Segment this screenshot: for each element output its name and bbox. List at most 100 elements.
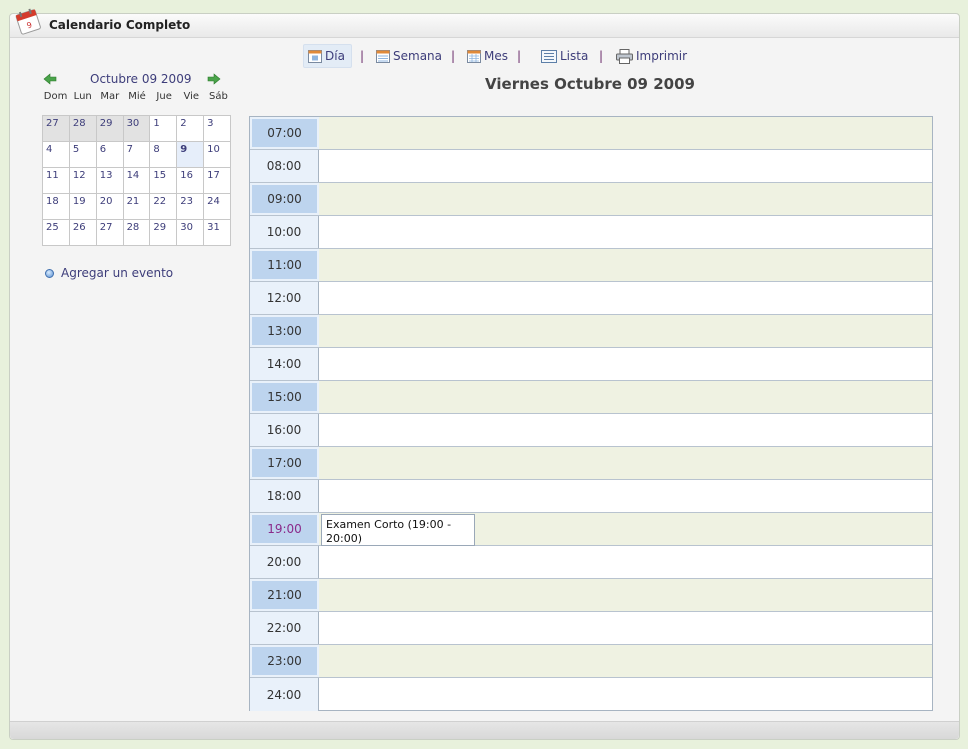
- mini-calendar-day[interactable]: 22: [150, 194, 178, 220]
- hour-slot[interactable]: [319, 612, 932, 644]
- week-view-label: Semana: [393, 49, 443, 63]
- mini-calendar-day[interactable]: 9: [177, 142, 205, 168]
- list-view-tab[interactable]: Lista: [541, 44, 588, 68]
- mini-calendar-header: Octubre 09 2009: [40, 72, 230, 88]
- toolbar-separator: |: [599, 49, 604, 63]
- hour-label: 12:00: [250, 282, 319, 314]
- print-button[interactable]: Imprimir: [616, 44, 687, 68]
- month-view-label: Mes: [484, 49, 508, 63]
- day-schedule-table: 07:00 08:00 09:00 10:00 11:00 12:00 13:00 14:00…: [249, 116, 933, 711]
- mini-calendar-day[interactable]: 15: [150, 168, 178, 194]
- hour-slot[interactable]: [319, 150, 932, 182]
- mini-calendar-day[interactable]: 13: [96, 168, 124, 194]
- hour-label: 17:00: [250, 447, 319, 479]
- mini-calendar-title: Octubre 09 2009: [90, 72, 192, 86]
- mini-calendar-day[interactable]: 26: [69, 220, 97, 246]
- mini-calendar-day[interactable]: 10: [204, 142, 231, 168]
- mini-calendar-weekdays: Dom Lun Mar Mié Jue Vie Sáb: [42, 91, 232, 102]
- hour-slot[interactable]: [319, 579, 932, 611]
- mini-calendar-day[interactable]: 29: [150, 220, 178, 246]
- add-event-link[interactable]: Agregar un evento: [45, 266, 173, 280]
- hour-label: 23:00: [250, 645, 319, 677]
- mini-calendar-day[interactable]: 7: [123, 142, 151, 168]
- hour-label: 08:00: [250, 150, 319, 182]
- hour-label: 11:00: [250, 249, 319, 281]
- mini-calendar-day[interactable]: 30: [123, 116, 151, 142]
- hour-slot[interactable]: [319, 447, 932, 479]
- toolbar-separator: |: [517, 49, 522, 63]
- mini-calendar-day[interactable]: 25: [43, 220, 70, 246]
- mini-calendar-day[interactable]: 5: [69, 142, 97, 168]
- mini-calendar-day[interactable]: 21: [123, 194, 151, 220]
- hour-slot[interactable]: [319, 315, 932, 347]
- mini-calendar-day[interactable]: 20: [96, 194, 124, 220]
- month-view-tab[interactable]: Mes: [467, 44, 508, 68]
- footer-bar: [10, 721, 959, 739]
- hour-row: 23:00: [250, 645, 932, 678]
- mini-calendar-day[interactable]: 18: [43, 194, 70, 220]
- mini-calendar-day[interactable]: 30: [177, 220, 205, 246]
- hour-row: 09:00: [250, 183, 932, 216]
- list-view-icon: [541, 49, 557, 63]
- calendar-app-icon: 9: [15, 8, 41, 35]
- mini-calendar-day[interactable]: 4: [43, 142, 70, 168]
- hour-slot[interactable]: [319, 216, 932, 248]
- title-bar: 9 Calendario Completo: [10, 8, 959, 38]
- mini-calendar-day[interactable]: 19: [69, 194, 97, 220]
- mini-calendar-day[interactable]: 28: [69, 116, 97, 142]
- mini-calendar-day[interactable]: 3: [204, 116, 231, 142]
- hour-label: 19:00: [250, 513, 319, 545]
- printer-icon: [616, 48, 633, 64]
- hour-row: 24:00: [250, 678, 932, 711]
- hour-slot[interactable]: [319, 348, 932, 380]
- hour-row: 18:00: [250, 480, 932, 513]
- day-view-icon: [308, 49, 322, 63]
- mini-calendar-day[interactable]: 11: [43, 168, 70, 194]
- weekday-label: Lun: [73, 91, 92, 102]
- calendar-event[interactable]: Examen Corto (19:00 - 20:00): [321, 514, 475, 546]
- mini-calendar-day[interactable]: 2: [177, 116, 205, 142]
- hour-slot[interactable]: [319, 282, 932, 314]
- mini-calendar-day[interactable]: 17: [204, 168, 231, 194]
- hour-slot[interactable]: [319, 546, 932, 578]
- week-view-tab[interactable]: Semana: [376, 44, 442, 68]
- arrow-right-icon[interactable]: [207, 73, 221, 85]
- hour-slot[interactable]: [319, 414, 932, 446]
- mini-calendar-day[interactable]: 31: [204, 220, 231, 246]
- mini-calendar-day[interactable]: 27: [43, 116, 70, 142]
- mini-calendar-day[interactable]: 16: [177, 168, 205, 194]
- calendar-window: 9 Calendario Completo Día | Semana | Mes…: [9, 8, 960, 740]
- weekday-label: Jue: [156, 91, 172, 102]
- mini-calendar-day[interactable]: 29: [96, 116, 124, 142]
- mini-calendar-day[interactable]: 27: [96, 220, 124, 246]
- hour-row: 14:00: [250, 348, 932, 381]
- hour-label: 09:00: [250, 183, 319, 215]
- mini-calendar-day[interactable]: 28: [123, 220, 151, 246]
- hour-slot[interactable]: [319, 480, 932, 512]
- day-view-tab[interactable]: Día: [303, 44, 352, 68]
- hour-slot[interactable]: [319, 117, 932, 149]
- day-view-label: Día: [325, 49, 345, 63]
- mini-calendar-day[interactable]: 24: [204, 194, 231, 220]
- arrow-left-icon[interactable]: [43, 73, 57, 85]
- mini-calendar-day[interactable]: 12: [69, 168, 97, 194]
- hour-slot[interactable]: [319, 183, 932, 215]
- hour-label: 10:00: [250, 216, 319, 248]
- mini-calendar-day[interactable]: 23: [177, 194, 205, 220]
- mini-calendar-day[interactable]: 1: [150, 116, 178, 142]
- hour-row: 13:00: [250, 315, 932, 348]
- list-view-label: Lista: [560, 49, 589, 63]
- hour-label: 20:00: [250, 546, 319, 578]
- weekday-label: Sáb: [209, 91, 228, 102]
- month-view-icon: [467, 49, 481, 63]
- mini-calendar-day[interactable]: 6: [96, 142, 124, 168]
- mini-calendar-day[interactable]: 14: [123, 168, 151, 194]
- mini-calendar-day[interactable]: 8: [150, 142, 178, 168]
- hour-slot[interactable]: [319, 645, 932, 677]
- hour-slot[interactable]: [319, 249, 932, 281]
- hour-row: 20:00: [250, 546, 932, 579]
- hour-slot[interactable]: [319, 381, 932, 413]
- hour-label: 13:00: [250, 315, 319, 347]
- view-toolbar: Día | Semana | Mes | Lista | Imprimir: [10, 44, 959, 68]
- hour-slot[interactable]: [319, 678, 932, 711]
